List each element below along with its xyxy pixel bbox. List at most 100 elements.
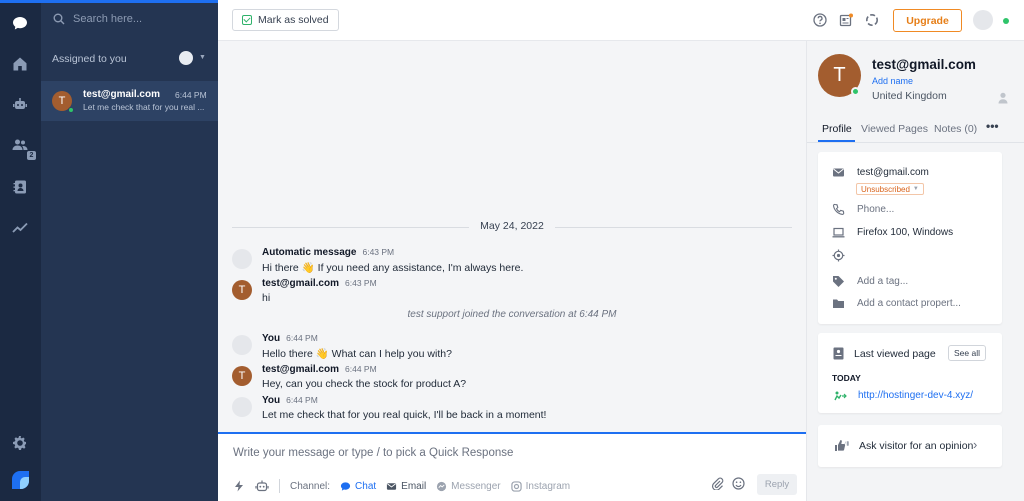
message-input[interactable]: Write your message or type / to pick a Q…	[233, 447, 513, 459]
message-text: Hello there 👋 What can I help you with?	[262, 348, 452, 360]
visitor-name: test@gmail.com	[872, 57, 976, 72]
divider	[279, 479, 280, 493]
add-name-link[interactable]: Add name	[872, 76, 913, 86]
contacts-icon[interactable]	[11, 178, 29, 196]
chat-icon	[340, 481, 351, 491]
message-text: hi	[262, 292, 271, 304]
bot-icon[interactable]	[255, 479, 269, 493]
reply-button[interactable]: Reply	[757, 474, 797, 495]
channel-email[interactable]: Email	[386, 481, 426, 492]
mark-as-solved-button[interactable]: Mark as solved	[232, 9, 339, 31]
message-text: Let me check that for you real quick, I'…	[262, 409, 547, 421]
channel-messenger[interactable]: Messenger	[436, 481, 501, 492]
conversation-item[interactable]: T test@gmail.com 6:44 PM Let me check th…	[41, 81, 218, 121]
messenger-icon	[437, 481, 447, 491]
folder-icon	[833, 299, 844, 308]
chevron-down-icon: ▼	[912, 186, 919, 192]
brand-logo	[12, 471, 29, 489]
message-time: 6:44 PM	[345, 364, 377, 374]
channel-bar: Channel: Chat Email Messenger Instagram	[233, 478, 570, 494]
quick-response-icon[interactable]	[233, 480, 245, 492]
add-property-field[interactable]: Add a contact propert...	[857, 298, 961, 309]
message-time: 6:43 PM	[362, 247, 395, 257]
visitor-walk-icon	[834, 391, 847, 401]
ask-opinion-card[interactable]: Ask visitor for an opinion ›	[818, 425, 1002, 467]
location-target-icon	[832, 249, 845, 262]
ask-opinion-label: Ask visitor for an opinion	[859, 440, 974, 452]
channel-chat[interactable]: Chat	[340, 481, 376, 492]
last-viewed-title: Last viewed page	[854, 348, 936, 360]
contact-details-card: test@gmail.com Unsubscribed ▼ Phone... Fi…	[818, 152, 1002, 324]
message-text: Hey, can you check the stock for product…	[262, 378, 467, 390]
email-row: test@gmail.com	[832, 166, 929, 179]
last-viewed-card: Last viewed page See all TODAY http://ho…	[818, 333, 1002, 413]
search-icon	[53, 13, 65, 25]
last-viewed-url[interactable]: http://hostinger-dev-4.xyz/	[858, 390, 973, 401]
visitor-country: United Kingdom	[872, 90, 947, 102]
message-time: 6:43 PM	[345, 278, 377, 288]
add-tag-field[interactable]: Add a tag...	[857, 276, 908, 287]
top-toolbar: Mark as solved Upgrade	[218, 0, 1024, 41]
chat-main: May 24, 2022 Automatic message 6:43 PM Hi…	[218, 3, 806, 501]
tab-notes[interactable]: Notes (0)	[934, 123, 977, 135]
active-tab-indicator	[818, 140, 855, 142]
browser-row: Firefox 100, Windows	[832, 226, 953, 239]
system-message: test support joined the conversation at …	[407, 309, 617, 320]
chat-icon[interactable]	[11, 14, 29, 32]
checkbox-icon	[242, 15, 252, 25]
online-status-dot	[1003, 18, 1009, 24]
attachment-icon[interactable]	[711, 477, 724, 490]
search-box[interactable]: Search here...	[53, 13, 142, 25]
search-input[interactable]: Search here...	[73, 13, 142, 25]
conversation-time: 6:44 PM	[175, 90, 207, 100]
emoji-icon[interactable]	[732, 477, 745, 490]
date-label: May 24, 2022	[480, 220, 544, 232]
upgrade-button[interactable]: Upgrade	[893, 9, 962, 32]
team-count-badge: 2	[27, 151, 36, 160]
news-icon[interactable]	[839, 13, 853, 27]
tag-row[interactable]: Add a tag...	[832, 275, 908, 288]
tab-profile[interactable]: Profile	[822, 123, 852, 135]
page-icon	[833, 347, 844, 360]
home-icon[interactable]	[11, 55, 29, 73]
help-icon[interactable]	[813, 13, 827, 27]
more-options-icon[interactable]: •••	[986, 119, 999, 133]
message-sender: You	[262, 333, 281, 344]
avatar: T	[232, 366, 252, 386]
laptop-icon	[832, 227, 845, 238]
instagram-icon	[510, 480, 522, 492]
phone-icon	[832, 203, 845, 215]
email-icon	[833, 168, 844, 177]
channel-label: Channel:	[290, 480, 331, 492]
message-composer: Write your message or type / to pick a Q…	[218, 432, 806, 501]
assigned-filter-label[interactable]: Assigned to you	[52, 53, 127, 65]
chevron-down-icon[interactable]: ▼	[199, 54, 206, 61]
online-status-dot	[851, 87, 860, 96]
avatar	[232, 397, 252, 417]
agent-filter-avatar[interactable]	[179, 51, 193, 65]
nav-rail: 2	[0, 3, 41, 501]
profile-tabs: Profile Viewed Pages Notes (0) •••	[807, 119, 1024, 143]
conversation-preview: Let me check that for you real ...	[83, 102, 205, 112]
subscription-dropdown[interactable]: Unsubscribed ▼	[856, 183, 924, 195]
tag-icon	[833, 276, 844, 287]
settings-icon[interactable]	[11, 434, 29, 452]
conversation-name: test@gmail.com	[83, 89, 160, 100]
analytics-icon[interactable]	[11, 219, 29, 237]
message-text: Hi there 👋 If you need any assistance, I…	[262, 262, 524, 274]
date-separator: May 24, 2022	[232, 220, 792, 234]
avatar	[232, 249, 252, 269]
bot-icon[interactable]	[11, 95, 29, 113]
phone-row[interactable]: Phone...	[832, 203, 894, 216]
tab-viewed-pages[interactable]: Viewed Pages	[861, 123, 928, 135]
user-icon[interactable]	[998, 92, 1008, 104]
message-time: 6:44 PM	[286, 395, 318, 405]
agent-avatar[interactable]	[973, 10, 993, 30]
property-row[interactable]: Add a contact propert...	[832, 297, 961, 310]
channel-instagram[interactable]: Instagram	[510, 480, 570, 492]
phone-field[interactable]: Phone...	[857, 204, 894, 215]
email-icon	[387, 482, 397, 490]
see-all-button[interactable]: See all	[948, 345, 986, 361]
message-sender: Automatic message	[262, 247, 357, 258]
status-ring-icon[interactable]	[865, 13, 879, 27]
